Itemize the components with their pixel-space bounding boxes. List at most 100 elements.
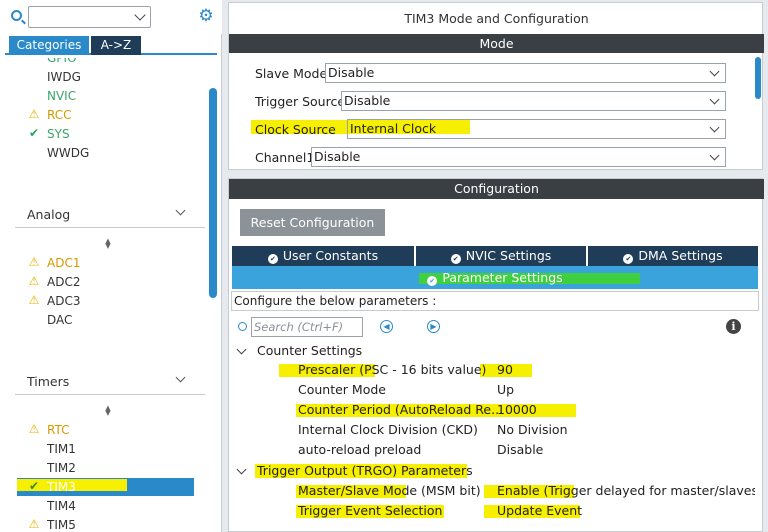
- category-tree: GPIO IWDG NVIC ⚠ RCC ✔ SYS WWDG Analog ▲…: [5, 58, 208, 532]
- chevron-down-icon[interactable]: [134, 9, 146, 21]
- tab-label: DMA Settings: [638, 248, 723, 263]
- param-name: Prescaler (PSC - 16 bits value): [298, 362, 487, 377]
- group-header-analog[interactable]: Analog: [27, 207, 70, 222]
- chevron-down-icon[interactable]: [709, 66, 720, 77]
- tab-categories[interactable]: Categories: [9, 36, 89, 55]
- page-title: TIM3 Mode and Configuration: [404, 11, 589, 26]
- parameter-search-input[interactable]: Search (Ctrl+F): [251, 317, 363, 337]
- sidebar-item-label: DAC: [47, 313, 73, 327]
- sidebar-item-label: GPIO: [47, 58, 77, 65]
- select-value: Disable: [314, 149, 361, 164]
- search-icon[interactable]: [11, 10, 22, 21]
- category-tabs: Categories A->Z: [5, 36, 217, 55]
- chevron-down-icon[interactable]: [175, 205, 186, 216]
- warning-icon: ⚠: [28, 107, 40, 121]
- mode-label: Slave Mode: [255, 66, 328, 81]
- sort-icon[interactable]: ▲ ▼: [104, 405, 112, 417]
- chevron-down-icon[interactable]: [709, 150, 720, 161]
- parameters-hint: Configure the below parameters :: [231, 291, 759, 311]
- previous-icon[interactable]: ◀: [380, 320, 393, 333]
- sidebar-item-label: NVIC: [47, 89, 77, 103]
- param-value[interactable]: Enable (Trigger delayed for master/slave…: [495, 481, 755, 501]
- check-circle-icon: ✔: [267, 254, 278, 264]
- param-value[interactable]: No Division: [495, 420, 570, 440]
- chevron-down-icon[interactable]: [175, 372, 186, 383]
- sidebar-item-label: ADC2: [47, 275, 81, 289]
- check-circle-icon: ✔: [427, 276, 438, 286]
- scrollbar-thumb[interactable]: [755, 57, 761, 99]
- sidebar-item-label: TIM1: [47, 442, 76, 456]
- next-icon[interactable]: ▶: [427, 320, 440, 333]
- chevron-down-icon[interactable]: [709, 94, 720, 105]
- param-value[interactable]: 90: [495, 360, 515, 380]
- warning-icon: ⚠: [28, 517, 40, 531]
- divider: [15, 394, 205, 395]
- param-value[interactable]: Disable: [495, 440, 545, 460]
- sidebar-item-label: SYS: [47, 127, 70, 141]
- slave-mode-select[interactable]: Disable: [325, 63, 726, 83]
- gear-icon[interactable]: ⚙: [197, 7, 215, 25]
- sidebar-item-label: TIM5: [47, 518, 76, 532]
- tab-label: User Constants: [282, 248, 379, 263]
- configuration-header: Configuration: [229, 179, 764, 199]
- chevron-down-icon[interactable]: [236, 344, 247, 355]
- check-circle-icon: ✔: [623, 254, 634, 264]
- param-name: auto-reload preload: [298, 442, 422, 457]
- check-icon: ✔: [28, 479, 40, 493]
- chevron-down-icon[interactable]: [709, 122, 720, 133]
- mode-label: Clock Source: [255, 122, 336, 137]
- info-icon[interactable]: i: [726, 319, 741, 334]
- mode-label: Channel1: [255, 150, 315, 165]
- tab-dma-settings[interactable]: ✔ DMA Settings: [588, 246, 758, 266]
- divider: [15, 227, 205, 228]
- select-value: Internal Clock: [350, 121, 437, 136]
- sidebar-item-label: ADC3: [47, 294, 81, 308]
- mode-label: Trigger Source: [255, 94, 346, 109]
- sidebar-item-label: IWDG: [47, 70, 81, 84]
- tab-content: ✔ Parameter Settings: [427, 270, 563, 286]
- reset-configuration-button[interactable]: Reset Configuration: [240, 209, 385, 236]
- sidebar-item-label: ADC1: [47, 256, 81, 270]
- mode-header: Mode: [229, 34, 764, 53]
- category-search-input[interactable]: [28, 6, 151, 28]
- sidebar-item-label: TIM2: [47, 461, 76, 475]
- tab-nvic-settings[interactable]: ✔ NVIC Settings: [416, 246, 586, 266]
- warning-icon: ⚠: [28, 422, 40, 436]
- configuration-panel: Configuration Reset Configuration ✔ User …: [228, 178, 764, 532]
- select-value: Disable: [328, 65, 375, 80]
- sidebar-item-label: RTC: [47, 423, 70, 437]
- group-title: Counter Settings: [257, 343, 363, 358]
- sort-icon[interactable]: ▲ ▼: [104, 238, 112, 250]
- check-icon: ✔: [28, 126, 40, 140]
- scrollbar-thumb[interactable]: [209, 88, 217, 298]
- param-name: Counter Period (AutoReload Re...: [298, 402, 504, 417]
- group-title: Trigger Output (TRGO) Parameters: [257, 463, 473, 478]
- category-search-row: ⚙: [0, 0, 222, 34]
- tab-parameter-settings[interactable]: ✔ Parameter Settings: [232, 266, 758, 289]
- param-value[interactable]: Update Event: [495, 501, 584, 521]
- tab-a-to-z[interactable]: A->Z: [91, 36, 141, 55]
- param-value[interactable]: Up: [495, 380, 516, 400]
- tab-label: NVIC Settings: [465, 248, 552, 263]
- left-panel: ⚙ Categories A->Z GPIO IWDG NVIC ⚠ RCC ✔…: [0, 0, 222, 532]
- group-header-timers[interactable]: Timers: [27, 374, 69, 389]
- channel1-select[interactable]: Disable: [311, 147, 726, 167]
- select-value: Disable: [344, 93, 391, 108]
- trigger-source-select[interactable]: Disable: [341, 91, 726, 111]
- sidebar-item-label: TIM4: [47, 499, 76, 513]
- param-name: Counter Mode: [298, 382, 386, 397]
- param-name: Master/Slave Mode (MSM bit): [298, 483, 481, 498]
- sidebar-item-label: WWDG: [47, 146, 90, 160]
- param-value[interactable]: 10000: [495, 400, 539, 420]
- search-icon[interactable]: [238, 322, 247, 331]
- check-circle-icon: ✔: [450, 254, 461, 264]
- right-panel: TIM3 Mode and Configuration Mode Slave M…: [227, 0, 768, 532]
- clock-source-select[interactable]: Internal Clock: [347, 119, 726, 139]
- warning-icon: ⚠: [28, 255, 40, 269]
- param-name: Internal Clock Division (CKD): [298, 422, 478, 437]
- chevron-down-icon[interactable]: [236, 464, 247, 475]
- warning-icon: ⚠: [28, 293, 40, 307]
- param-name: Trigger Event Selection: [298, 503, 443, 518]
- warning-icon: ⚠: [28, 274, 40, 288]
- tab-user-constants[interactable]: ✔ User Constants: [232, 246, 414, 266]
